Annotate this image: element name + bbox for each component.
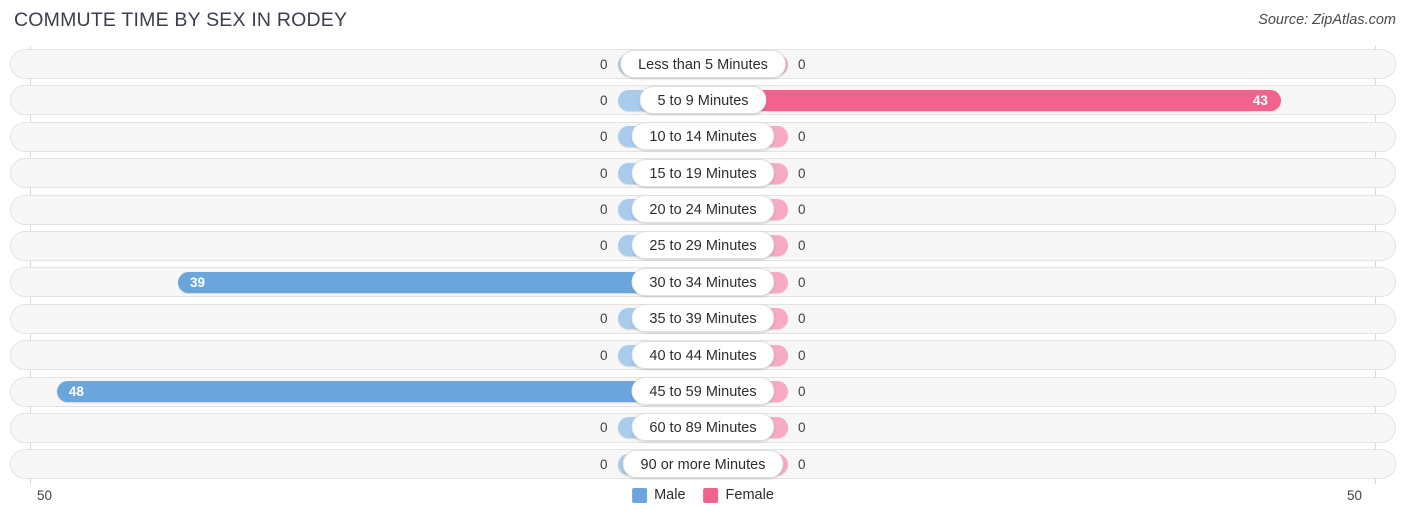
value-label-male: 0 — [600, 238, 608, 254]
value-label-male: 0 — [600, 92, 608, 108]
chart-row: 0 0 15 to 19 Minutes — [0, 155, 1406, 191]
axis-max-left: 50 — [37, 488, 53, 503]
chart-row: 0 0 35 to 39 Minutes — [0, 301, 1406, 337]
category-label: 45 to 59 Minutes — [631, 377, 775, 406]
value-label-male: 0 — [600, 420, 608, 436]
chart-row: 0 0 60 to 89 Minutes — [0, 410, 1406, 446]
category-label: 60 to 89 Minutes — [631, 413, 775, 442]
chart-row: 39 0 30 to 34 Minutes — [0, 264, 1406, 300]
axis-max-right: 50 — [1346, 488, 1362, 503]
chart-rows: 0 0 Less than 5 Minutes 0 43 5 to 9 Minutes 0 0… — [0, 46, 1406, 483]
category-label: Less than 5 Minutes — [620, 49, 786, 78]
chart-row: 48 0 45 to 59 Minutes — [0, 374, 1406, 410]
category-label: 25 to 29 Minutes — [631, 231, 775, 260]
legend-item-female[interactable]: Female — [703, 487, 774, 503]
value-label-female: 0 — [798, 56, 806, 72]
bar-male[interactable] — [56, 381, 703, 403]
source-attribution: Source: ZipAtlas.com — [1258, 12, 1396, 28]
value-label-female: 0 — [798, 129, 806, 145]
legend-swatch-female-icon — [703, 487, 719, 503]
category-label: 40 to 44 Minutes — [631, 340, 775, 369]
category-label: 15 to 19 Minutes — [631, 158, 775, 187]
value-label-male: 0 — [600, 456, 608, 472]
legend-label-female: Female — [725, 487, 774, 503]
value-label-male: 0 — [600, 165, 608, 181]
page-title: COMMUTE TIME BY SEX IN RODEY — [14, 9, 348, 31]
value-label-female: 0 — [798, 274, 806, 290]
value-label-female: 0 — [798, 311, 806, 327]
value-label-male: 0 — [600, 129, 608, 145]
value-label-female: 0 — [798, 202, 806, 218]
chart-row: 0 0 10 to 14 Minutes — [0, 119, 1406, 155]
chart-plot-area: 0 0 Less than 5 Minutes 0 43 5 to 9 Minutes 0 0… — [0, 46, 1406, 484]
category-label: 5 to 9 Minutes — [639, 85, 767, 114]
value-label-female: 0 — [798, 420, 806, 436]
value-label-male: 0 — [600, 56, 608, 72]
legend-label-male: Male — [654, 487, 686, 503]
category-label: 35 to 39 Minutes — [631, 304, 775, 333]
category-label: 90 or more Minutes — [622, 449, 784, 478]
value-label-female: 0 — [798, 165, 806, 181]
bar-female[interactable] — [703, 89, 1281, 111]
value-label-female: 0 — [798, 456, 806, 472]
chart-footer: 50 Male Female 50 — [0, 484, 1406, 522]
category-label: 30 to 34 Minutes — [631, 267, 775, 296]
value-label-male: 48 — [68, 384, 84, 400]
chart-row: 0 0 20 to 24 Minutes — [0, 192, 1406, 228]
chart-row: 0 0 25 to 29 Minutes — [0, 228, 1406, 264]
value-label-female: 43 — [1252, 92, 1268, 108]
value-label-female: 0 — [798, 347, 806, 363]
legend-item-male[interactable]: Male — [632, 487, 686, 503]
value-label-male: 39 — [190, 274, 206, 290]
category-label: 20 to 24 Minutes — [631, 195, 775, 224]
value-label-female: 0 — [798, 384, 806, 400]
chart-header: COMMUTE TIME BY SEX IN RODEY Source: Zip… — [0, 0, 1406, 44]
chart-legend: Male Female — [632, 487, 774, 503]
chart-row: 0 0 90 or more Minutes — [0, 446, 1406, 482]
chart-row: 0 43 5 to 9 Minutes — [0, 82, 1406, 118]
category-label: 10 to 14 Minutes — [631, 122, 775, 151]
value-label-male: 0 — [600, 202, 608, 218]
value-label-male: 0 — [600, 311, 608, 327]
chart-row: 0 0 Less than 5 Minutes — [0, 46, 1406, 82]
value-label-male: 0 — [600, 347, 608, 363]
value-label-female: 0 — [798, 238, 806, 254]
chart-row: 0 0 40 to 44 Minutes — [0, 337, 1406, 373]
legend-swatch-male-icon — [632, 487, 648, 503]
bar-male[interactable] — [178, 271, 703, 293]
